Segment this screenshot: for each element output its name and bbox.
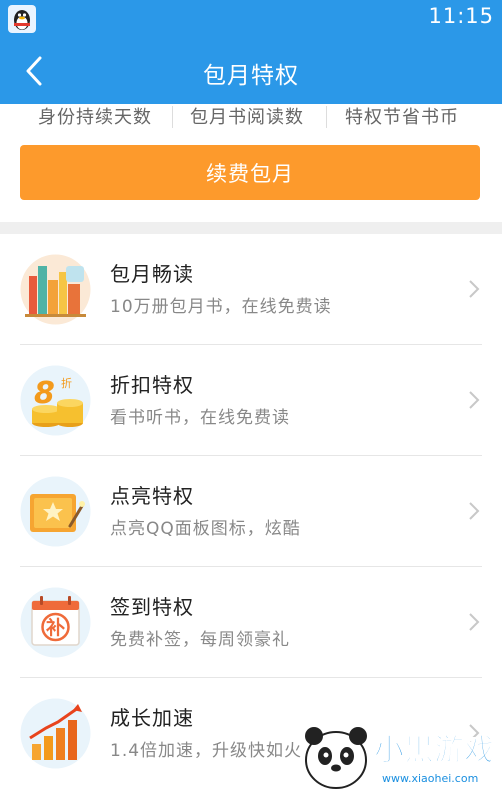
item-desc: 1.4倍加速，升级快如火 xyxy=(110,741,303,761)
list-item-monthly-reading[interactable]: 包月畅读 10万册包月书，在线免费读 xyxy=(0,234,502,345)
status-time: 11:15 xyxy=(428,4,494,28)
item-desc: 免费补签，每周领豪礼 xyxy=(110,630,290,650)
svg-text:www.xiaohei.com: www.xiaohei.com xyxy=(382,772,478,785)
growth-chart-icon xyxy=(20,698,91,769)
qq-penguin-icon xyxy=(8,5,36,33)
site-watermark: 小黑游戏 www.xiaohei.com xyxy=(300,718,502,790)
svg-text:8: 8 xyxy=(34,376,55,411)
item-title: 包月畅读 xyxy=(110,262,194,286)
item-title: 点亮特权 xyxy=(110,484,194,508)
chevron-right-icon xyxy=(468,501,480,521)
list-item-check-in[interactable]: 补 签到特权 免费补签，每周领豪礼 xyxy=(0,567,502,678)
svg-text:折: 折 xyxy=(61,376,72,390)
svg-text:小黑游戏: 小黑游戏 xyxy=(374,733,494,768)
page-title: 包月特权 xyxy=(203,63,299,89)
item-desc: 看书听书，在线免费读 xyxy=(110,408,290,428)
privilege-list: 包月畅读 10万册包月书，在线免费读 8 折 折扣特权 看书听书，在线免费读 点… xyxy=(0,234,502,790)
panda-mascot-icon xyxy=(305,727,367,789)
item-title: 折扣特权 xyxy=(110,373,194,397)
item-title: 签到特权 xyxy=(110,595,194,619)
svg-text:补: 补 xyxy=(46,616,65,639)
stat-divider xyxy=(326,106,327,128)
stat-days-label: 身份持续天数 xyxy=(38,107,152,128)
status-bar: 11:15 xyxy=(0,0,502,38)
item-desc: 点亮QQ面板图标，炫酷 xyxy=(110,519,301,539)
item-desc: 10万册包月书，在线免费读 xyxy=(110,297,332,317)
chevron-right-icon xyxy=(468,612,480,632)
section-divider xyxy=(0,222,502,234)
bookshelf-icon xyxy=(20,254,91,325)
stat-reads-label: 包月书阅读数 xyxy=(190,107,304,128)
list-item-light-up[interactable]: 点亮特权 点亮QQ面板图标，炫酷 xyxy=(0,456,502,567)
nav-bar: 包月特权 xyxy=(0,38,502,104)
stat-savings-label: 特权节省书币 xyxy=(345,107,459,128)
stats-row: 身份持续天数 包月书阅读数 特权节省书币 xyxy=(0,104,502,130)
renew-monthly-button[interactable]: 续费包月 xyxy=(20,145,480,200)
item-title: 成长加速 xyxy=(110,706,194,730)
calendar-checkin-icon: 补 xyxy=(20,587,91,658)
discount-coins-icon: 8 折 xyxy=(20,365,91,436)
chevron-right-icon xyxy=(468,390,480,410)
chevron-right-icon xyxy=(468,279,480,299)
light-up-card-icon xyxy=(20,476,91,547)
stat-divider xyxy=(172,106,173,128)
list-item-discount[interactable]: 8 折 折扣特权 看书听书，在线免费读 xyxy=(0,345,502,456)
